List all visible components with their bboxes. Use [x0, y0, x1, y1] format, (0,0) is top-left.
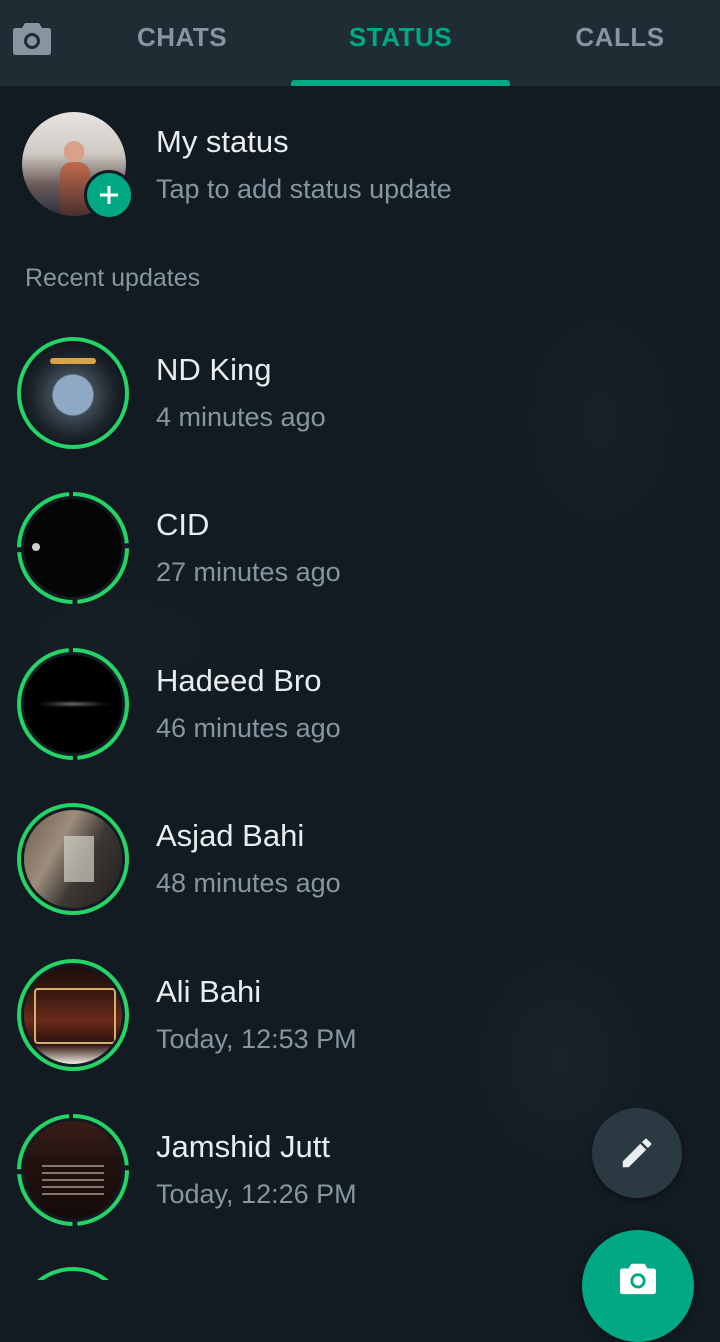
- status-contact-name: CID: [156, 507, 210, 542]
- tab-calls[interactable]: CALLS: [510, 0, 720, 80]
- status-time: 46 minutes ago: [156, 713, 341, 743]
- status-ring-partial: [16, 1266, 130, 1342]
- active-tab-indicator: [291, 80, 510, 86]
- status-contact-name: Hadeed Bro: [156, 663, 322, 698]
- status-item[interactable]: Ali Bahi Today, 12:53 PM: [0, 958, 720, 1098]
- top-tab-bar: CHATS STATUS CALLS: [0, 0, 720, 86]
- status-contact-name: Ali Bahi: [156, 974, 262, 1009]
- status-time: Today, 12:53 PM: [156, 1024, 357, 1054]
- camera-icon: [13, 23, 51, 55]
- status-contact-name: Jamshid Jutt: [156, 1129, 331, 1164]
- pencil-icon: [622, 1138, 652, 1168]
- status-thumbnail: [24, 966, 122, 1064]
- plus-icon: [100, 186, 118, 204]
- my-status-row[interactable]: My status Tap to add status update: [0, 100, 720, 230]
- add-status-badge[interactable]: [84, 170, 134, 220]
- status-thumbnail: [24, 1121, 122, 1219]
- status-time: Today, 12:26 PM: [156, 1179, 357, 1209]
- status-contact-name: Asjad Bahi: [156, 818, 305, 853]
- status-thumbnail: [24, 655, 122, 753]
- new-camera-status-button[interactable]: [582, 1230, 694, 1342]
- tab-chats[interactable]: CHATS: [72, 0, 292, 80]
- status-thumbnail: [24, 344, 122, 442]
- status-thumbnail: [24, 499, 122, 597]
- my-status-title: My status: [156, 124, 289, 159]
- status-contact-name: ND King: [156, 352, 272, 387]
- tab-status[interactable]: STATUS: [291, 0, 510, 80]
- status-item[interactable]: Asjad Bahi 48 minutes ago: [0, 802, 720, 942]
- status-time: 4 minutes ago: [156, 402, 326, 432]
- camera-tab-button[interactable]: [10, 18, 54, 58]
- recent-updates-header: Recent updates: [25, 264, 201, 292]
- camera-icon: [620, 1263, 656, 1295]
- my-status-subtitle: Tap to add status update: [156, 174, 452, 204]
- status-time: 27 minutes ago: [156, 557, 341, 587]
- status-item[interactable]: ND King 4 minutes ago: [0, 336, 720, 476]
- status-thumbnail: [24, 810, 122, 908]
- status-time: 48 minutes ago: [156, 868, 341, 898]
- status-item[interactable]: Hadeed Bro 46 minutes ago: [0, 647, 720, 787]
- new-text-status-button[interactable]: [592, 1108, 682, 1198]
- status-item[interactable]: CID 27 minutes ago: [0, 491, 720, 631]
